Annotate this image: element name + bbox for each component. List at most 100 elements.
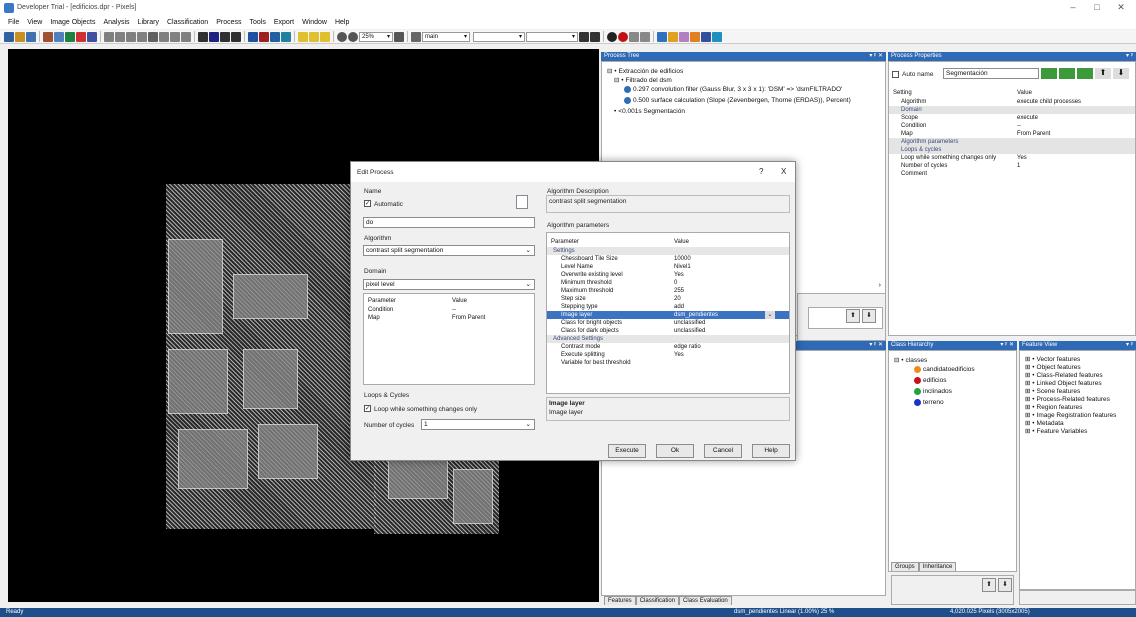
feature-view[interactable]: ⊞ • Vector features ⊞ • Object features ⊞ • C… <box>1019 350 1136 590</box>
new-project-icon[interactable] <box>4 31 14 42</box>
feature-item[interactable]: ⊞ • Class-Related features <box>1025 371 1103 380</box>
tab-groups[interactable]: Groups <box>891 562 919 571</box>
layout-4-icon[interactable] <box>231 31 241 42</box>
param-row[interactable]: Class for dark objects unclassified <box>547 327 789 335</box>
tree-item[interactable]: ⊟ • Filtrado del dsm <box>614 76 672 85</box>
param-row[interactable]: Chessboard Tile Size 10000 <box>547 255 789 263</box>
menu-library[interactable]: Library <box>134 19 163 26</box>
param-row[interactable]: Image layer dsm_pendientes ⌄ <box>547 311 789 319</box>
execute-icon[interactable] <box>607 31 617 42</box>
tool-b-icon[interactable] <box>259 31 269 42</box>
menu-help[interactable]: Help <box>331 19 353 26</box>
cross-icon[interactable] <box>411 31 421 42</box>
menu-image-objects[interactable]: Image Objects <box>46 19 99 26</box>
scroll-right-arrow[interactable]: › <box>879 282 881 289</box>
classes-icon[interactable] <box>65 31 75 42</box>
view-2-icon[interactable] <box>115 31 125 42</box>
param-row[interactable]: Maximum threshold 255 <box>547 287 789 295</box>
menu-export[interactable]: Export <box>270 19 298 26</box>
param-row[interactable]: Level Name Nivel1 <box>547 263 789 271</box>
fit-icon[interactable] <box>394 31 404 42</box>
move-down-button[interactable]: ⬇ <box>862 309 876 323</box>
tab-classification[interactable]: Classification <box>635 596 680 605</box>
param-row[interactable]: Contrast mode edge ratio <box>547 343 789 351</box>
class-up-button[interactable]: ⬆ <box>982 578 996 592</box>
property-row[interactable]: Algorithm execute child processes <box>889 98 1135 106</box>
stop-icon[interactable] <box>618 31 628 42</box>
tool-j-icon[interactable] <box>712 31 722 42</box>
domain-select[interactable]: pixel level ⌄ <box>363 279 535 290</box>
open-project-icon[interactable] <box>15 31 25 42</box>
cancel-button[interactable]: Cancel <box>704 444 742 458</box>
property-row[interactable]: Comment <box>889 170 1135 178</box>
param-row[interactable]: Step size 20 <box>547 295 789 303</box>
tool-a-icon[interactable] <box>248 31 258 42</box>
menu-file[interactable]: File <box>4 19 23 26</box>
param-row[interactable]: Overwrite existing level Yes <box>547 271 789 279</box>
insert-icon[interactable] <box>1059 68 1075 79</box>
dropdown-icon[interactable]: ⌄ <box>765 311 775 319</box>
menu-process[interactable]: Process <box>212 19 245 26</box>
class-item[interactable]: edificios <box>914 377 946 384</box>
menu-analysis[interactable]: Analysis <box>99 19 133 26</box>
feature-item[interactable]: ⊞ • Process-Related features <box>1025 395 1110 404</box>
process-name-field[interactable]: Segmentación <box>943 68 1039 79</box>
cycles-select[interactable]: 1 ⌄ <box>421 419 535 430</box>
property-section[interactable]: Domain <box>889 106 1135 114</box>
menu-classification[interactable]: Classification <box>163 19 212 26</box>
tab-class-evaluation[interactable]: Class Evaluation <box>679 596 732 605</box>
property-row[interactable]: Map From Parent <box>889 130 1135 138</box>
algorithm-select[interactable]: contrast split segmentation ⌄ <box>363 245 535 256</box>
close-window-button[interactable]: ✕ <box>1110 1 1132 14</box>
property-row[interactable]: Scope execute <box>889 114 1135 122</box>
down-arrow-icon[interactable] <box>579 31 589 42</box>
feature-item[interactable]: ⊞ • Image Registration features <box>1025 411 1116 420</box>
view-4-icon[interactable] <box>137 31 147 42</box>
view-8-icon[interactable] <box>181 31 191 42</box>
property-section[interactable]: Loops & cycles <box>889 146 1135 154</box>
help-button[interactable]: Help <box>752 444 790 458</box>
domain-row[interactable]: Map From Parent <box>364 314 534 322</box>
save-icon[interactable] <box>26 31 36 42</box>
menu-view[interactable]: View <box>23 19 46 26</box>
menu-tools[interactable]: Tools <box>246 19 270 26</box>
play-icon[interactable] <box>1077 68 1093 79</box>
tool-h-icon[interactable] <box>690 31 700 42</box>
name-field[interactable]: do <box>363 217 535 228</box>
property-row[interactable]: Condition -- <box>889 122 1135 130</box>
tree-item[interactable]: 0.500 surface calculation (Slope (Zevenb… <box>624 97 851 104</box>
feature-item[interactable]: ⊞ • Region features <box>1025 403 1082 412</box>
load-icon[interactable] <box>43 31 53 42</box>
feature-item[interactable]: ⊞ • Scene features <box>1025 387 1080 396</box>
param-row[interactable]: Stepping type add <box>547 303 789 311</box>
layer-select[interactable]: main ▾ <box>422 31 470 42</box>
help-icon[interactable]: ? <box>759 167 763 176</box>
redo-icon[interactable] <box>640 31 650 42</box>
menu-window[interactable]: Window <box>298 19 331 26</box>
down-icon[interactable]: ⬇ <box>1113 68 1129 79</box>
panel-controls[interactable]: ▾ ᵖ ✕ <box>869 52 883 61</box>
up-icon[interactable]: ⬆ <box>1095 68 1111 79</box>
view-3-icon[interactable] <box>126 31 136 42</box>
tool-g-icon[interactable] <box>679 31 689 42</box>
zoom-in-icon[interactable] <box>348 31 358 42</box>
feature-item[interactable]: ⊞ • Vector features <box>1025 355 1080 364</box>
view-5-icon[interactable] <box>148 31 158 42</box>
param-row[interactable]: Class for bright objects unclassified <box>547 319 789 327</box>
edit-icon[interactable] <box>54 31 64 42</box>
property-section[interactable]: Algorithm parameters <box>889 138 1135 146</box>
layout-3-icon[interactable] <box>220 31 230 42</box>
domain-row[interactable]: Condition -- <box>364 306 534 314</box>
select-icon[interactable] <box>298 31 308 42</box>
tool-i-icon[interactable] <box>701 31 711 42</box>
close-icon[interactable]: X <box>781 167 786 176</box>
process-icon[interactable] <box>76 31 86 42</box>
image-layer-select[interactable]: ▾ <box>526 31 578 42</box>
execute-button[interactable]: Execute <box>608 444 646 458</box>
document-icon[interactable] <box>516 195 528 209</box>
tool-e-icon[interactable] <box>657 31 667 42</box>
feature-item[interactable]: ⊞ • Linked Object features <box>1025 379 1102 388</box>
tree-item[interactable]: ⊟ • Extracción de edificios <box>607 67 683 76</box>
panel-controls[interactable]: ▾ ᵖ <box>1126 52 1133 61</box>
class-item[interactable]: inclinados <box>914 388 952 395</box>
